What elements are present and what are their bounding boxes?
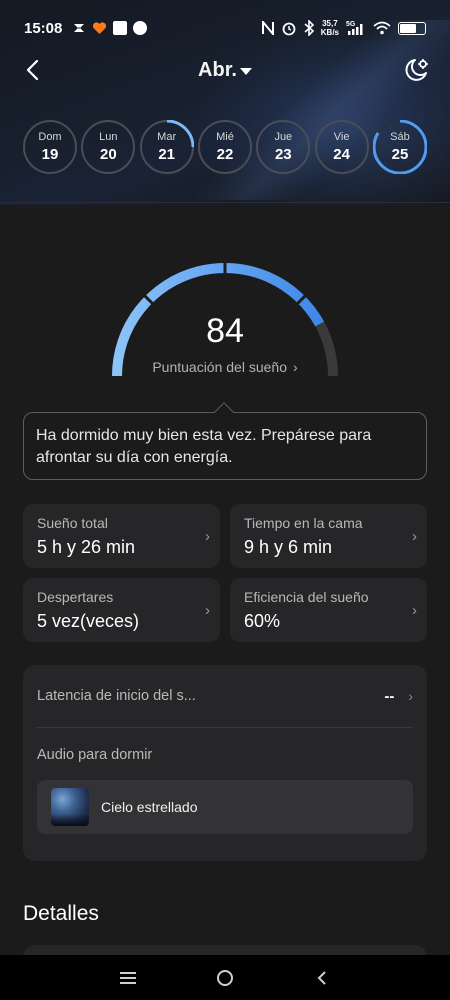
wifi-icon xyxy=(373,21,391,35)
stat-label: Sueño total xyxy=(37,515,108,531)
latency-label: Latencia de inicio del s... xyxy=(37,688,196,704)
top-bar: Abr. xyxy=(0,48,450,92)
bluetooth-icon xyxy=(304,20,314,36)
sleep-score-value: 84 xyxy=(206,312,244,350)
header-divider xyxy=(0,202,450,203)
alarm-icon xyxy=(282,22,296,36)
day-progress-ring xyxy=(81,120,135,174)
recents-button[interactable] xyxy=(114,964,142,992)
whatsapp-icon xyxy=(133,21,148,35)
chevron-right-icon: › xyxy=(408,688,413,704)
back-arrow-icon[interactable] xyxy=(20,56,48,84)
month-selector[interactable]: Abr. xyxy=(198,59,252,82)
chevron-right-icon: › xyxy=(412,602,417,619)
day-sab[interactable]: Sáb 25 xyxy=(372,120,427,174)
day-progress-arc xyxy=(139,120,194,174)
stat-value: 5 vez(veces) xyxy=(37,611,140,631)
sleep-score-label: Puntuación del sueño xyxy=(152,359,287,375)
latency-value: -- xyxy=(384,687,395,705)
chevron-right-icon: › xyxy=(205,528,210,545)
stat-value: 60% xyxy=(244,611,281,631)
divider xyxy=(37,727,413,728)
stat-awakenings[interactable]: Despertares 5 vez(veces) › xyxy=(23,578,220,642)
sleep-latency-row[interactable]: Latencia de inicio del s... -- › xyxy=(37,681,413,711)
cell-signal-icon: 5G xyxy=(346,21,363,35)
caret-down-icon xyxy=(239,67,252,75)
status-time: 15:08 xyxy=(24,19,63,37)
sleep-audio-name: Cielo estrellado xyxy=(101,799,198,815)
battery-icon xyxy=(398,21,426,35)
stat-label: Despertares xyxy=(37,589,114,605)
back-chevron-icon xyxy=(317,970,326,985)
status-system-icons: 35,7 KB/s 5G xyxy=(261,19,426,37)
sleep-extras-panel: Latencia de inicio del s... -- › Audio p… xyxy=(23,665,427,861)
net-speed: 35,7 KB/s xyxy=(320,19,339,37)
sleep-score-link[interactable]: Puntuación del sueño › xyxy=(0,359,450,375)
day-progress-ring xyxy=(372,120,427,174)
day-progress-ring xyxy=(23,120,77,174)
day-dom[interactable]: Dom 19 xyxy=(23,120,77,174)
moon-settings-icon[interactable] xyxy=(400,54,432,86)
sleep-audio-label: Audio para dormir xyxy=(37,747,153,763)
stat-sleep-efficiency[interactable]: Eficiencia del sueño 60% › xyxy=(230,578,427,642)
home-button[interactable] xyxy=(211,964,239,992)
heart-app-icon xyxy=(93,22,107,34)
menu-icon xyxy=(120,971,137,984)
stat-value: 5 h y 26 min xyxy=(37,537,136,557)
month-label: Abr. xyxy=(198,58,237,81)
starry-sky-thumbnail xyxy=(51,788,89,826)
chevron-right-icon: › xyxy=(293,359,298,375)
home-circle-icon xyxy=(216,969,233,986)
nfc-icon xyxy=(261,21,274,35)
day-jue[interactable]: Jue 23 xyxy=(256,120,311,174)
stat-total-sleep[interactable]: Sueño total 5 h y 26 min › xyxy=(23,504,220,568)
stat-time-in-bed[interactable]: Tiempo en la cama 9 h y 6 min › xyxy=(230,504,427,568)
day-progress-arc xyxy=(372,120,427,174)
stat-value: 9 h y 6 min xyxy=(244,537,333,557)
week-day-selector: Dom 19 Lun 20 Mar 21 Mié 22 Jue 23 Vie 24 Sáb 2… xyxy=(23,120,427,174)
day-lun[interactable]: Lun 20 xyxy=(81,120,136,174)
chevron-right-icon: › xyxy=(205,602,210,619)
linkedin-icon xyxy=(113,21,128,35)
svg-text:5G: 5G xyxy=(346,21,356,28)
app-notification-icon xyxy=(74,24,85,32)
details-heading: Detalles xyxy=(23,902,99,925)
sleep-audio-item[interactable]: Cielo estrellado xyxy=(37,780,413,834)
system-back-button[interactable] xyxy=(308,964,336,992)
sleep-tip: Ha dormido muy bien esta vez. Prepárese … xyxy=(23,412,427,480)
day-progress-ring xyxy=(315,120,369,174)
stat-label: Tiempo en la cama xyxy=(244,515,363,531)
day-mar[interactable]: Mar 21 xyxy=(139,120,194,174)
day-progress-ring xyxy=(139,120,194,174)
chevron-right-icon: › xyxy=(412,528,417,545)
day-progress-ring xyxy=(256,120,310,174)
day-vie[interactable]: Vie 24 xyxy=(314,120,369,174)
day-mie[interactable]: Mié 22 xyxy=(197,120,252,174)
status-app-icons xyxy=(72,21,148,35)
system-nav-bar xyxy=(0,955,450,1000)
day-progress-ring xyxy=(198,120,252,174)
stat-label: Eficiencia del sueño xyxy=(244,589,369,605)
